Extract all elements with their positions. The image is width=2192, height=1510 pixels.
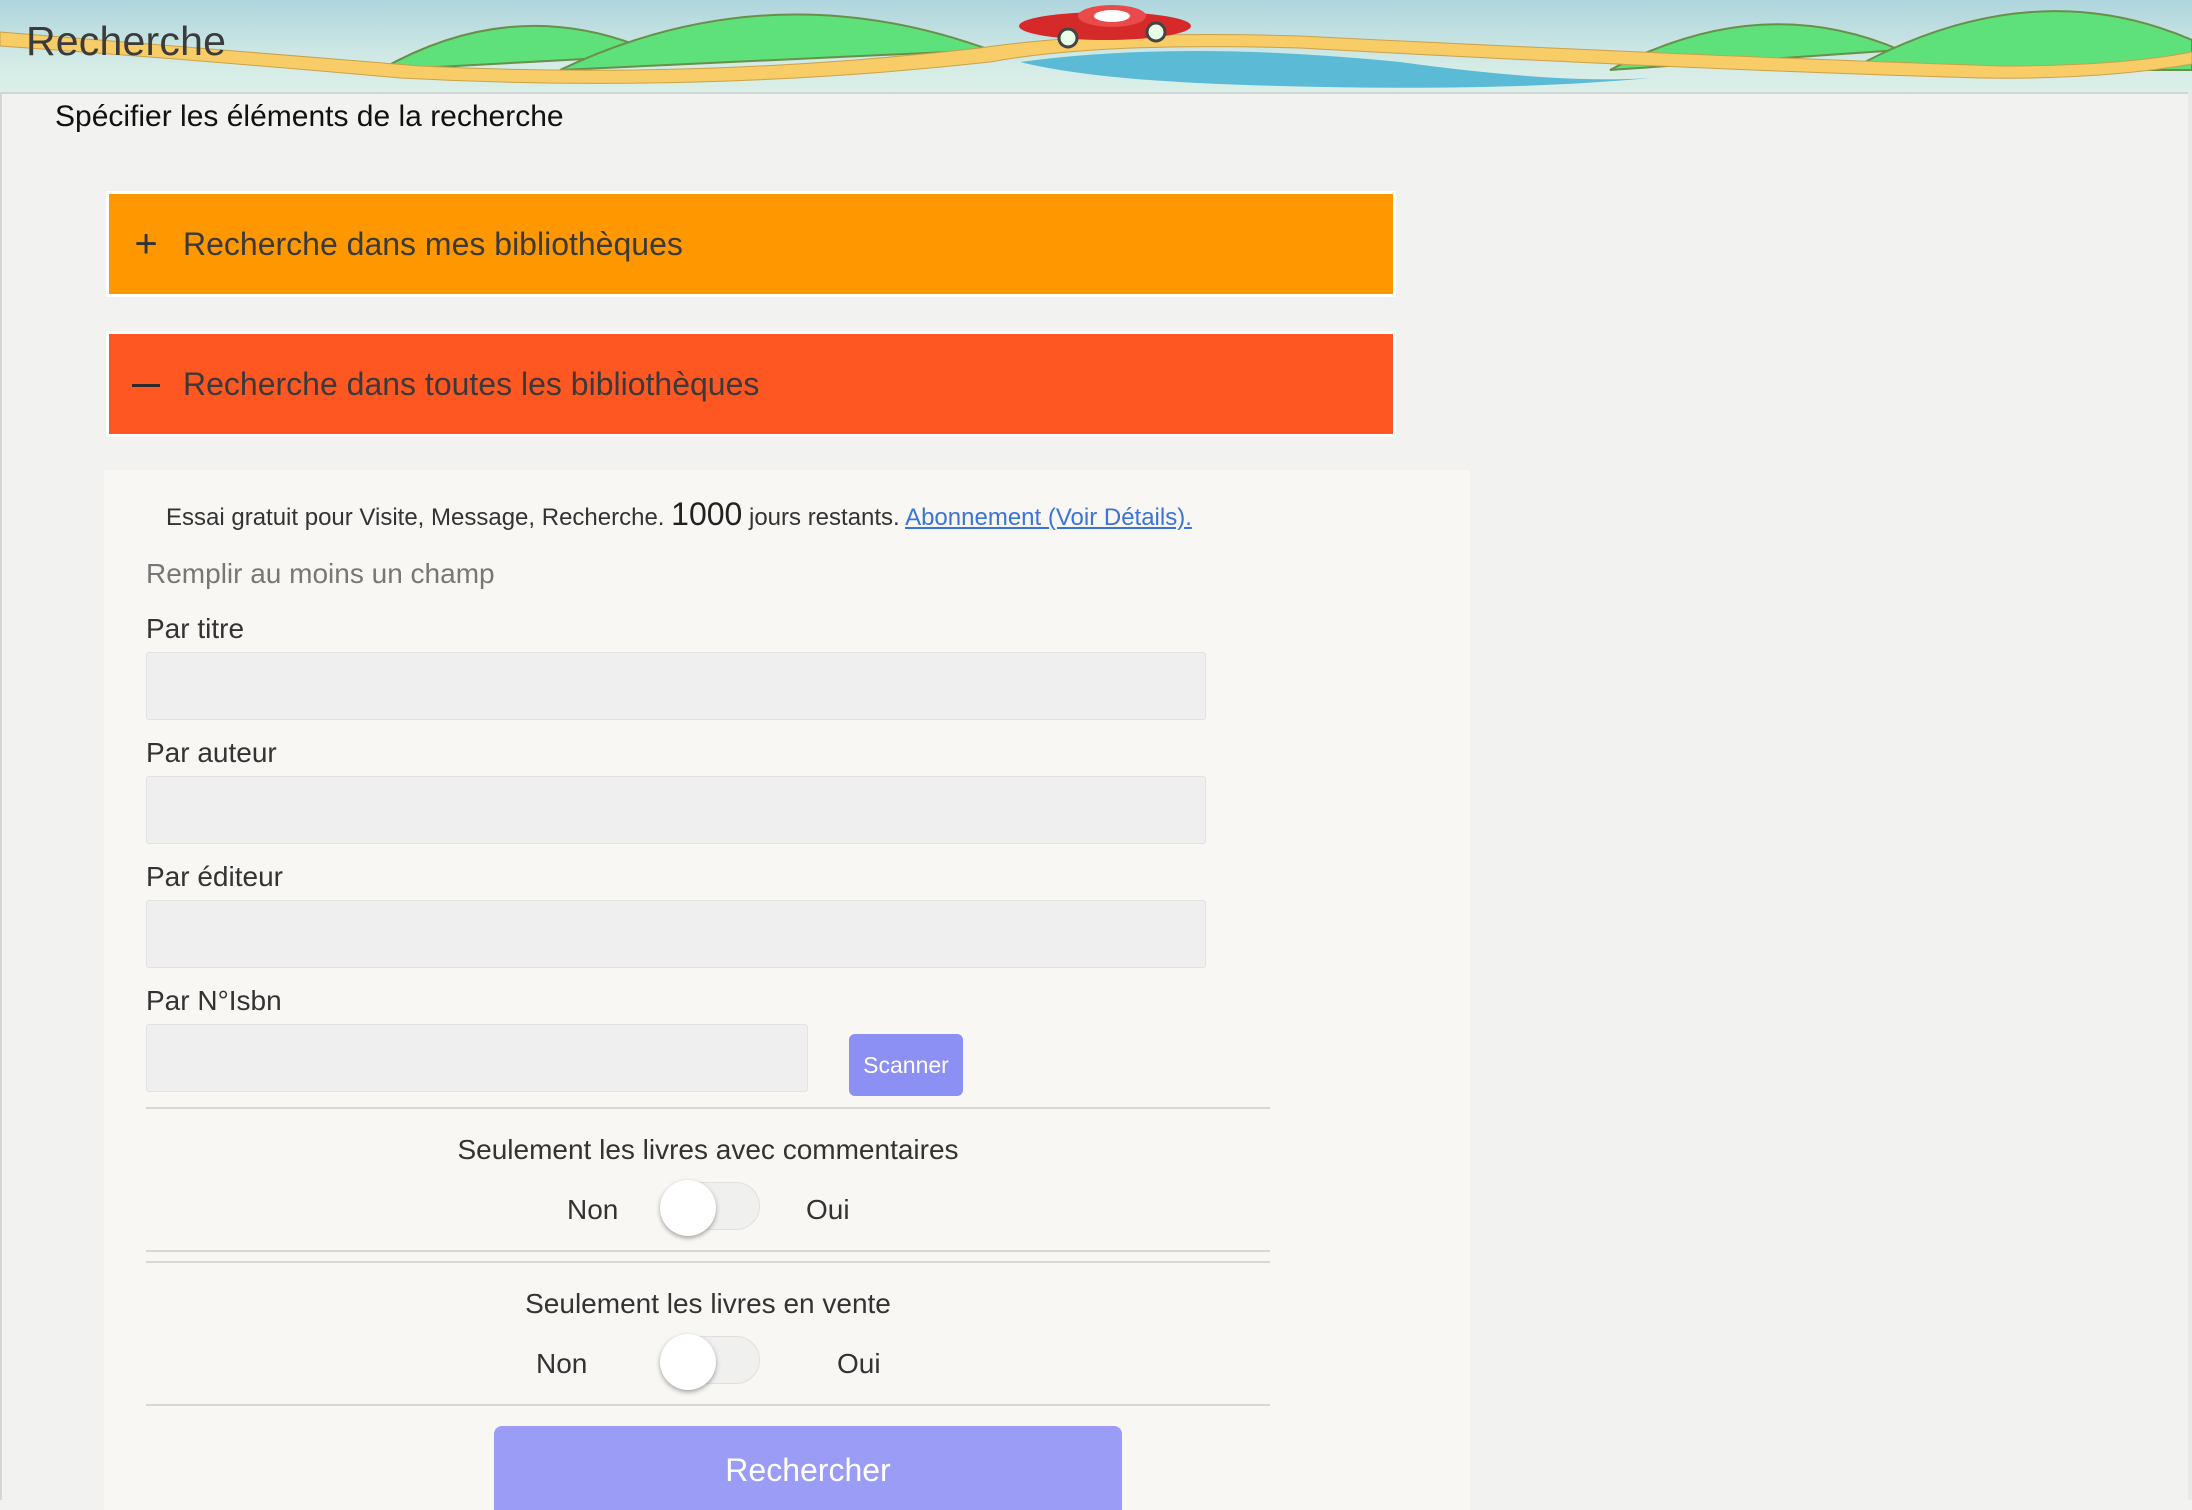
- toggle-sale-title: Seulement les livres en vente: [525, 1288, 891, 1319]
- toggle-comments-title: Seulement les livres avec commentaires: [457, 1134, 959, 1165]
- minus-icon: [109, 362, 183, 407]
- divider: [146, 1250, 1270, 1252]
- isbn-input[interactable]: [146, 1024, 808, 1092]
- toggle-comments-off-label: Non: [567, 1194, 619, 1225]
- switch-knob: [660, 1180, 716, 1236]
- trial-prefix: Essai gratuit pour Visite, Message, Rech…: [166, 504, 665, 531]
- frame-border-right: [2188, 92, 2192, 1500]
- search-button[interactable]: Rechercher: [494, 1426, 1122, 1510]
- trial-notice: Essai gratuit pour Visite, Message, Rech…: [166, 496, 1192, 533]
- toggle-sale-switch[interactable]: [660, 1330, 760, 1390]
- isbn-label: Par N°Isbn: [146, 985, 282, 1016]
- landscape-illustration: [0, 5, 2192, 88]
- accordion-label: Recherche dans mes bibliothèques: [183, 225, 683, 262]
- publisher-label: Par éditeur: [146, 861, 283, 892]
- accordion-my-libraries[interactable]: + Recherche dans mes bibliothèques: [106, 191, 1396, 297]
- fill-hint: Remplir au moins un champ: [146, 558, 495, 589]
- toggle-comments-switch[interactable]: [660, 1176, 760, 1236]
- toggle-sale-on-label: Oui: [837, 1348, 881, 1379]
- accordion-all-libraries[interactable]: Recherche dans toutes les bibliothèques: [106, 331, 1396, 437]
- trial-suffix: jours restants.: [749, 504, 900, 531]
- accordion-label: Recherche dans toutes les bibliothèques: [183, 365, 760, 402]
- scanner-button[interactable]: Scanner: [849, 1034, 963, 1096]
- divider: [146, 1404, 1270, 1406]
- switch-knob: [660, 1334, 716, 1390]
- search-panel: Essai gratuit pour Visite, Message, Rech…: [104, 470, 1470, 1510]
- author-input[interactable]: [146, 776, 1206, 844]
- divider: [146, 1261, 1270, 1263]
- divider: [146, 1107, 1270, 1109]
- publisher-input[interactable]: [146, 900, 1206, 968]
- title-input[interactable]: [146, 652, 1206, 720]
- frame-border-left: [0, 92, 2, 1500]
- toggle-sale-off-label: Non: [536, 1348, 588, 1379]
- trial-days: 1000: [671, 496, 743, 532]
- toggle-comments-on-label: Oui: [806, 1194, 850, 1225]
- author-label: Par auteur: [146, 737, 277, 768]
- page-subtitle: Spécifier les éléments de la recherche: [55, 100, 564, 133]
- header-banner: Recherche: [0, 0, 2192, 94]
- title-label: Par titre: [146, 613, 245, 644]
- page-title: Recherche: [26, 18, 227, 64]
- subscription-link[interactable]: Abonnement (Voir Détails).: [905, 504, 1192, 531]
- plus-icon: +: [134, 221, 158, 266]
